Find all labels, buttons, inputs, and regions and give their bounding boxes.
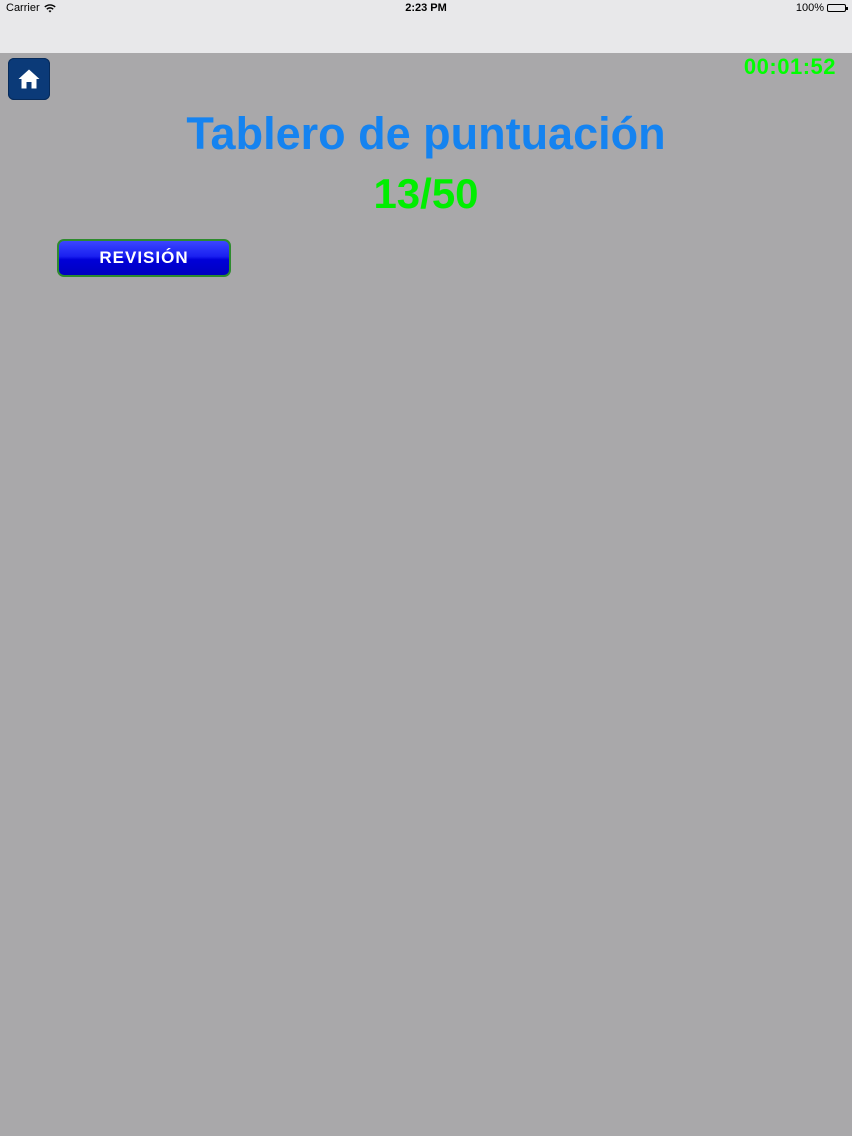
battery-group: 100% [795,2,848,14]
score-display: 13/50 [373,170,479,217]
home-button[interactable] [8,58,50,100]
navigation-bar [0,17,852,53]
review-button[interactable]: REVISIÓN [57,239,231,277]
status-time: 2:23 PM [405,2,447,14]
elapsed-timer: 00:01:52 [743,54,836,79]
status-bar: Carrier 2:23 PM 100% [0,0,852,17]
home-icon [18,69,40,89]
app-screen: Carrier 2:23 PM 100% 00:01:52 Tablero de… [0,0,852,1136]
page-title: Tablero de puntuación [186,108,666,159]
battery-tip [846,7,848,10]
battery-percent: 100% [795,2,824,14]
battery-icon [827,4,848,12]
